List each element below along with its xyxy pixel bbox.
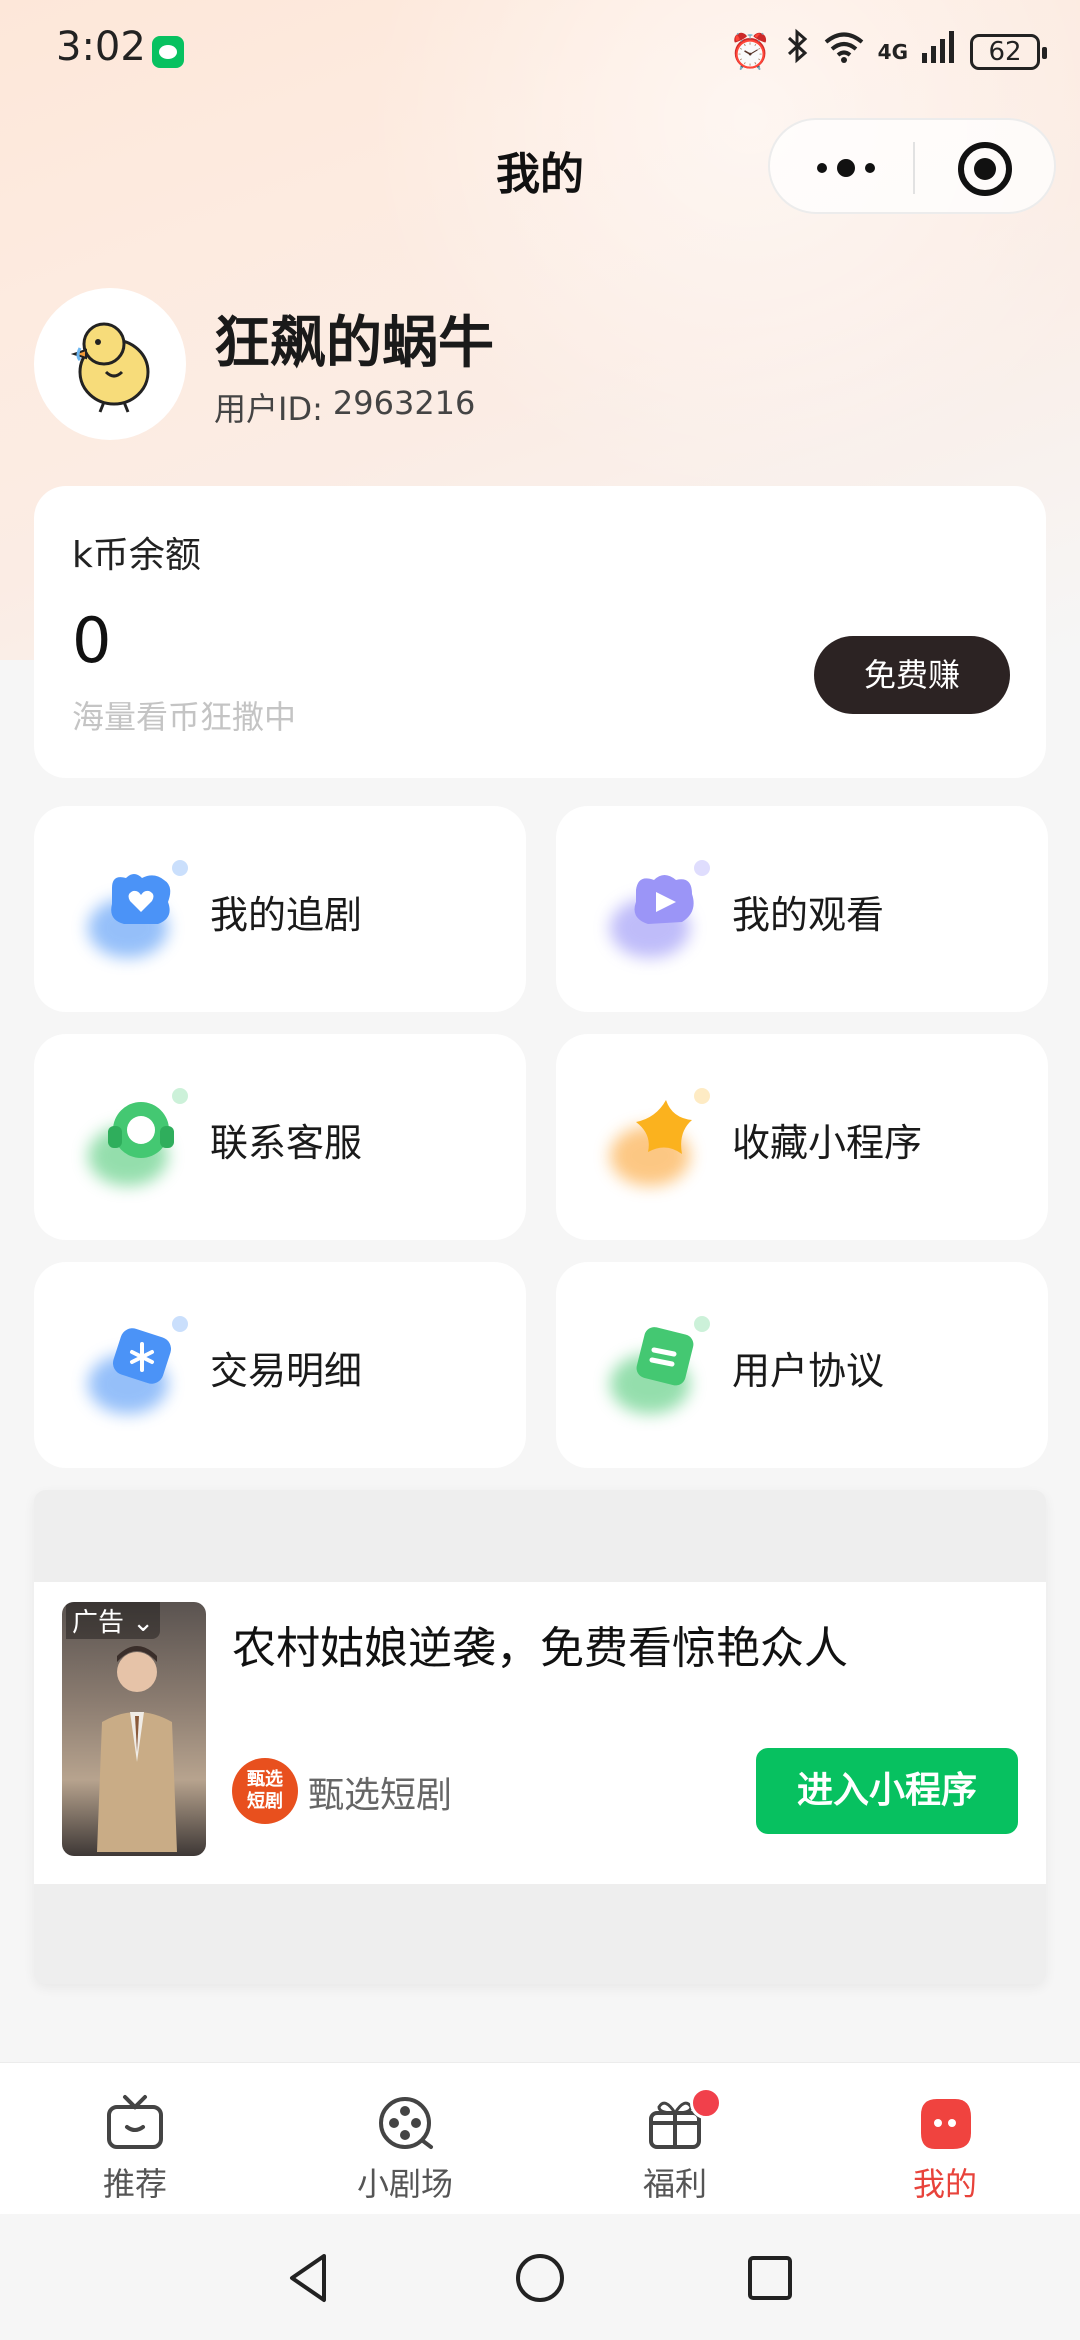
menu-label: 收藏小程序 <box>732 1121 923 1165</box>
notification-badge <box>690 2087 722 2119</box>
film-reel-icon <box>379 2097 433 2149</box>
battery-icon: 62 <box>970 33 1047 70</box>
menu-contact-support[interactable]: 联系客服 <box>34 1034 526 1240</box>
ad-thumbnail[interactable]: 广告 ⌄ <box>62 1602 206 1856</box>
user-nickname: 狂飙的蜗牛 <box>214 311 494 376</box>
ad-title: 农村姑娘逆袭，免费看惊艳众人 <box>232 1623 848 1674</box>
duck-avatar-icon <box>70 322 150 413</box>
coin-balance-title: k币余额 <box>72 535 201 576</box>
user-id-label: 用户ID: <box>214 390 323 428</box>
recents-icon[interactable] <box>740 2248 800 2308</box>
menu-label: 我的追剧 <box>210 893 363 937</box>
heart-drama-icon <box>86 858 196 968</box>
enter-mini-program-button[interactable]: 进入小程序 <box>756 1748 1018 1834</box>
tv-icon <box>107 2095 163 2149</box>
profile-face-icon <box>921 2099 971 2149</box>
ad-brand-logo: 甄选 短剧 <box>232 1758 298 1824</box>
menu-label: 联系客服 <box>210 1121 363 1165</box>
tab-label: 推荐 <box>102 2165 167 2203</box>
status-time: 3:02 <box>56 24 146 70</box>
star-icon <box>608 1086 718 1196</box>
tab-welfare[interactable]: 福利 <box>540 2063 810 2215</box>
menu-my-watching[interactable]: 我的观看 <box>556 806 1048 1012</box>
ad-person-image <box>97 1646 177 1852</box>
tab-theater[interactable]: 小剧场 <box>270 2063 540 2215</box>
status-icons: ⏰ 4G 62 <box>729 28 1047 75</box>
menu-my-series[interactable]: 我的追剧 <box>34 806 526 1012</box>
ad-card[interactable]: 广告 ⌄ 农村姑娘逆袭，免费看惊艳众人 甄选 短剧 甄选短剧 进入小程序 <box>34 1582 1046 1884</box>
alarm-icon: ⏰ <box>729 31 772 72</box>
menu-label: 用户协议 <box>732 1349 885 1393</box>
earn-free-button[interactable]: 免费赚 <box>814 636 1010 714</box>
tab-label: 我的 <box>912 2165 977 2203</box>
ad-tag[interactable]: 广告 ⌄ <box>66 1602 161 1639</box>
avatar[interactable] <box>34 288 186 440</box>
watch-history-icon <box>608 858 718 968</box>
menu-transactions[interactable]: 交易明细 <box>34 1262 526 1468</box>
coin-balance-subtitle: 海量看币狂撒中 <box>72 698 297 736</box>
bottom-tab-bar: 推荐 小剧场 福利 我的 <box>0 2062 1080 2214</box>
user-id: 用户ID: 2963216 <box>214 384 475 430</box>
tab-mine[interactable]: 我的 <box>810 2063 1080 2215</box>
wifi-icon <box>824 30 864 74</box>
mini-program-capsule <box>768 118 1056 214</box>
coin-balance-value: 0 <box>72 604 112 677</box>
ad-brand-name: 甄选短剧 <box>308 1775 453 1816</box>
tab-label: 小剧场 <box>356 2165 453 2203</box>
bluetooth-icon <box>786 28 810 75</box>
agreement-icon <box>608 1314 718 1424</box>
close-target-icon[interactable] <box>958 142 1012 196</box>
menu-user-agreement[interactable]: 用户协议 <box>556 1262 1048 1468</box>
system-nav-bar <box>0 2214 1080 2340</box>
ad-container: 广告 ⌄ 农村姑娘逆袭，免费看惊艳众人 甄选 短剧 甄选短剧 进入小程序 <box>34 1490 1046 1984</box>
capsule-divider <box>913 142 915 194</box>
coin-balance-card: k币余额 0 海量看币狂撒中 免费赚 <box>34 486 1046 778</box>
status-bar: 3:02 ⏰ 4G 62 <box>0 0 1080 100</box>
headset-icon <box>86 1086 196 1196</box>
menu-label: 交易明细 <box>210 1349 363 1393</box>
wechat-icon <box>152 36 184 68</box>
tab-label: 福利 <box>642 2165 707 2203</box>
home-icon[interactable] <box>510 2248 570 2308</box>
signal-icon <box>922 30 956 74</box>
back-icon[interactable] <box>280 2248 340 2308</box>
menu-label: 我的观看 <box>732 893 885 937</box>
transaction-icon <box>86 1314 196 1424</box>
more-icon[interactable] <box>810 150 882 186</box>
menu-favorite-mini-program[interactable]: 收藏小程序 <box>556 1034 1048 1240</box>
network-label: 4G <box>877 39 908 64</box>
tab-recommend[interactable]: 推荐 <box>0 2063 270 2215</box>
user-id-value: 2963216 <box>332 384 476 422</box>
